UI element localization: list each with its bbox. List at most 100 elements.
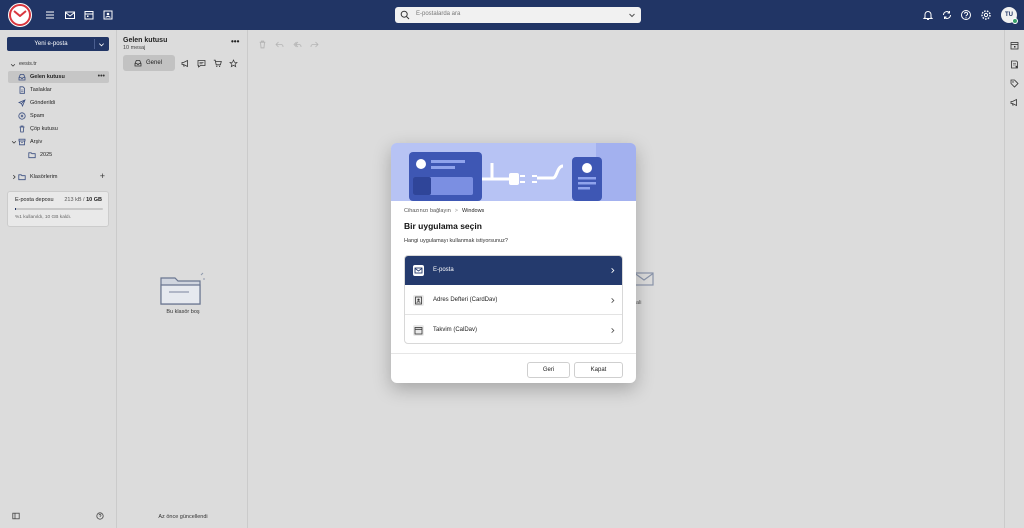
spam-icon: [18, 112, 26, 120]
storage-usage: 213 kB / 10 GB: [64, 197, 102, 203]
more-options-icon[interactable]: •••: [98, 73, 105, 80]
sidebar-item-2025[interactable]: 2025: [18, 149, 109, 161]
back-button[interactable]: Geri: [527, 362, 570, 378]
folder-icon: [18, 173, 26, 181]
last-updated-text: Az önce güncellendi: [158, 514, 208, 520]
sidebar-item-label: Gelen kutusu: [30, 74, 65, 80]
menu-icon[interactable]: [44, 9, 56, 21]
top-bar: E-postalarda ara TU: [0, 0, 1024, 30]
close-button[interactable]: Kapat: [574, 362, 623, 378]
sidebar: Yeni e-posta eesis.tr Gelen kutusu ••• T…: [0, 30, 116, 528]
chevron-right-icon: [609, 327, 616, 334]
bell-icon[interactable]: [922, 9, 934, 21]
option-email[interactable]: E-posta: [405, 256, 622, 285]
chevron-down-icon[interactable]: [98, 41, 105, 48]
cart-icon[interactable]: [213, 59, 222, 68]
sidebar-item-label: Spam: [30, 113, 45, 119]
storage-card: E-posta deposu 213 kB / 10 GB %1 kullanı…: [7, 191, 109, 227]
app-logo[interactable]: [8, 3, 32, 27]
inbox-icon: [18, 73, 26, 81]
sidebar-item-spam[interactable]: Spam: [8, 110, 109, 122]
storage-detail: %1 kullanıldı, 10 GB kaldı.: [15, 215, 72, 220]
more-options-icon[interactable]: •••: [231, 37, 239, 46]
notes-icon[interactable]: [1010, 60, 1019, 69]
right-rail: [1004, 30, 1024, 528]
tab-general[interactable]: Genel: [123, 55, 175, 71]
option-calendar[interactable]: Takvim (CalDav): [405, 316, 622, 343]
empty-folder-icon: [157, 270, 207, 310]
breadcrumb-separator: >: [454, 208, 458, 214]
inbox-icon: [134, 59, 142, 67]
star-icon[interactable]: [229, 59, 238, 68]
chat-icon[interactable]: [197, 59, 206, 68]
storage-progress-bar: [15, 208, 103, 210]
compose-label: Yeni e-posta: [34, 41, 68, 47]
option-address-book[interactable]: Adres Defteri (CardDav): [405, 286, 622, 315]
chevron-right-icon[interactable]: [11, 174, 17, 180]
chevron-right-icon: [609, 297, 616, 304]
calendar-icon: [413, 325, 424, 336]
forward-icon[interactable]: [310, 40, 319, 49]
avatar-initials: TU: [1005, 12, 1013, 18]
sidebar-item-my-folders[interactable]: Klasörlerim +: [8, 171, 109, 183]
folder-title: Gelen kutusu: [123, 37, 168, 44]
megaphone-icon[interactable]: [181, 59, 190, 68]
sidebar-item-label: 2025: [40, 152, 53, 158]
search-input[interactable]: E-postalarda ara: [416, 11, 460, 17]
reply-icon[interactable]: [275, 40, 284, 49]
storage-title: E-posta deposu: [15, 197, 54, 203]
megaphone-icon[interactable]: [1010, 98, 1019, 107]
avatar[interactable]: TU: [1001, 7, 1018, 24]
option-label: Takvim (CalDav): [433, 327, 478, 333]
app-options-list: E-posta Adres Defteri (CardDav) Takvim (…: [404, 255, 623, 344]
gear-icon[interactable]: [980, 9, 992, 21]
dialog-title: Bir uygulama seçin: [404, 221, 482, 231]
delete-icon[interactable]: [258, 40, 267, 49]
dialog-subtitle: Hangi uygulamayı kullanmak istiyorsunuz?: [404, 238, 508, 244]
logo-icon: [9, 4, 31, 26]
sidebar-item-inbox[interactable]: Gelen kutusu •••: [8, 71, 109, 83]
calendar-icon[interactable]: [1010, 41, 1019, 50]
option-label: Adres Defteri (CardDav): [433, 297, 498, 303]
sidebar-item-label: Arşiv: [30, 139, 43, 145]
sidebar-item-sent[interactable]: Gönderildi: [8, 97, 109, 109]
chevron-down-icon[interactable]: [11, 139, 17, 145]
breadcrumb-root[interactable]: Cihazınızı bağlayın: [404, 208, 451, 214]
breadcrumb-current: Windows: [462, 208, 485, 214]
contacts-icon: [413, 295, 424, 306]
contacts-icon[interactable]: [102, 9, 114, 21]
reply-all-icon[interactable]: [293, 40, 302, 49]
sidebar-item-label: Gönderildi: [30, 100, 56, 106]
storage-separator: /: [83, 197, 85, 203]
sync-icon[interactable]: [941, 9, 953, 21]
archive-icon: [18, 138, 26, 146]
tab-label: Genel: [146, 60, 163, 66]
help-icon[interactable]: [96, 512, 104, 520]
empty-folder-text: Bu klasör boş: [166, 309, 200, 315]
search-icon: [400, 10, 410, 20]
chevron-down-icon[interactable]: [10, 62, 16, 68]
message-list-pane: Gelen kutusu 10 mesaj ••• Genel Bu klasö…: [116, 30, 248, 528]
search-bar[interactable]: E-postalarda ara: [395, 7, 641, 23]
add-folder-icon[interactable]: +: [100, 171, 105, 181]
sidebar-item-trash[interactable]: Çöp kutusu: [8, 123, 109, 135]
connect-device-illustration: [391, 143, 636, 201]
help-icon[interactable]: [960, 9, 972, 21]
folder-icon: [28, 151, 36, 159]
tag-icon[interactable]: [1010, 79, 1019, 88]
sidebar-item-label: Taslaklar: [30, 87, 52, 93]
storage-progress-fill: [15, 208, 16, 210]
envelope-icon: [633, 268, 655, 290]
collapse-sidebar-icon[interactable]: [12, 512, 20, 520]
compose-button[interactable]: Yeni e-posta: [7, 37, 109, 51]
online-status-dot: [1012, 18, 1018, 24]
mail-icon: [413, 265, 424, 276]
mail-icon[interactable]: [64, 9, 76, 21]
calendar-icon[interactable]: [83, 9, 95, 21]
draft-icon: [18, 86, 26, 94]
dialog-footer-divider: [391, 353, 636, 354]
send-icon: [18, 99, 26, 107]
sidebar-item-archive[interactable]: Arşiv: [8, 136, 109, 148]
sidebar-item-drafts[interactable]: Taslaklar: [8, 84, 109, 96]
chevron-down-icon[interactable]: [628, 11, 636, 19]
